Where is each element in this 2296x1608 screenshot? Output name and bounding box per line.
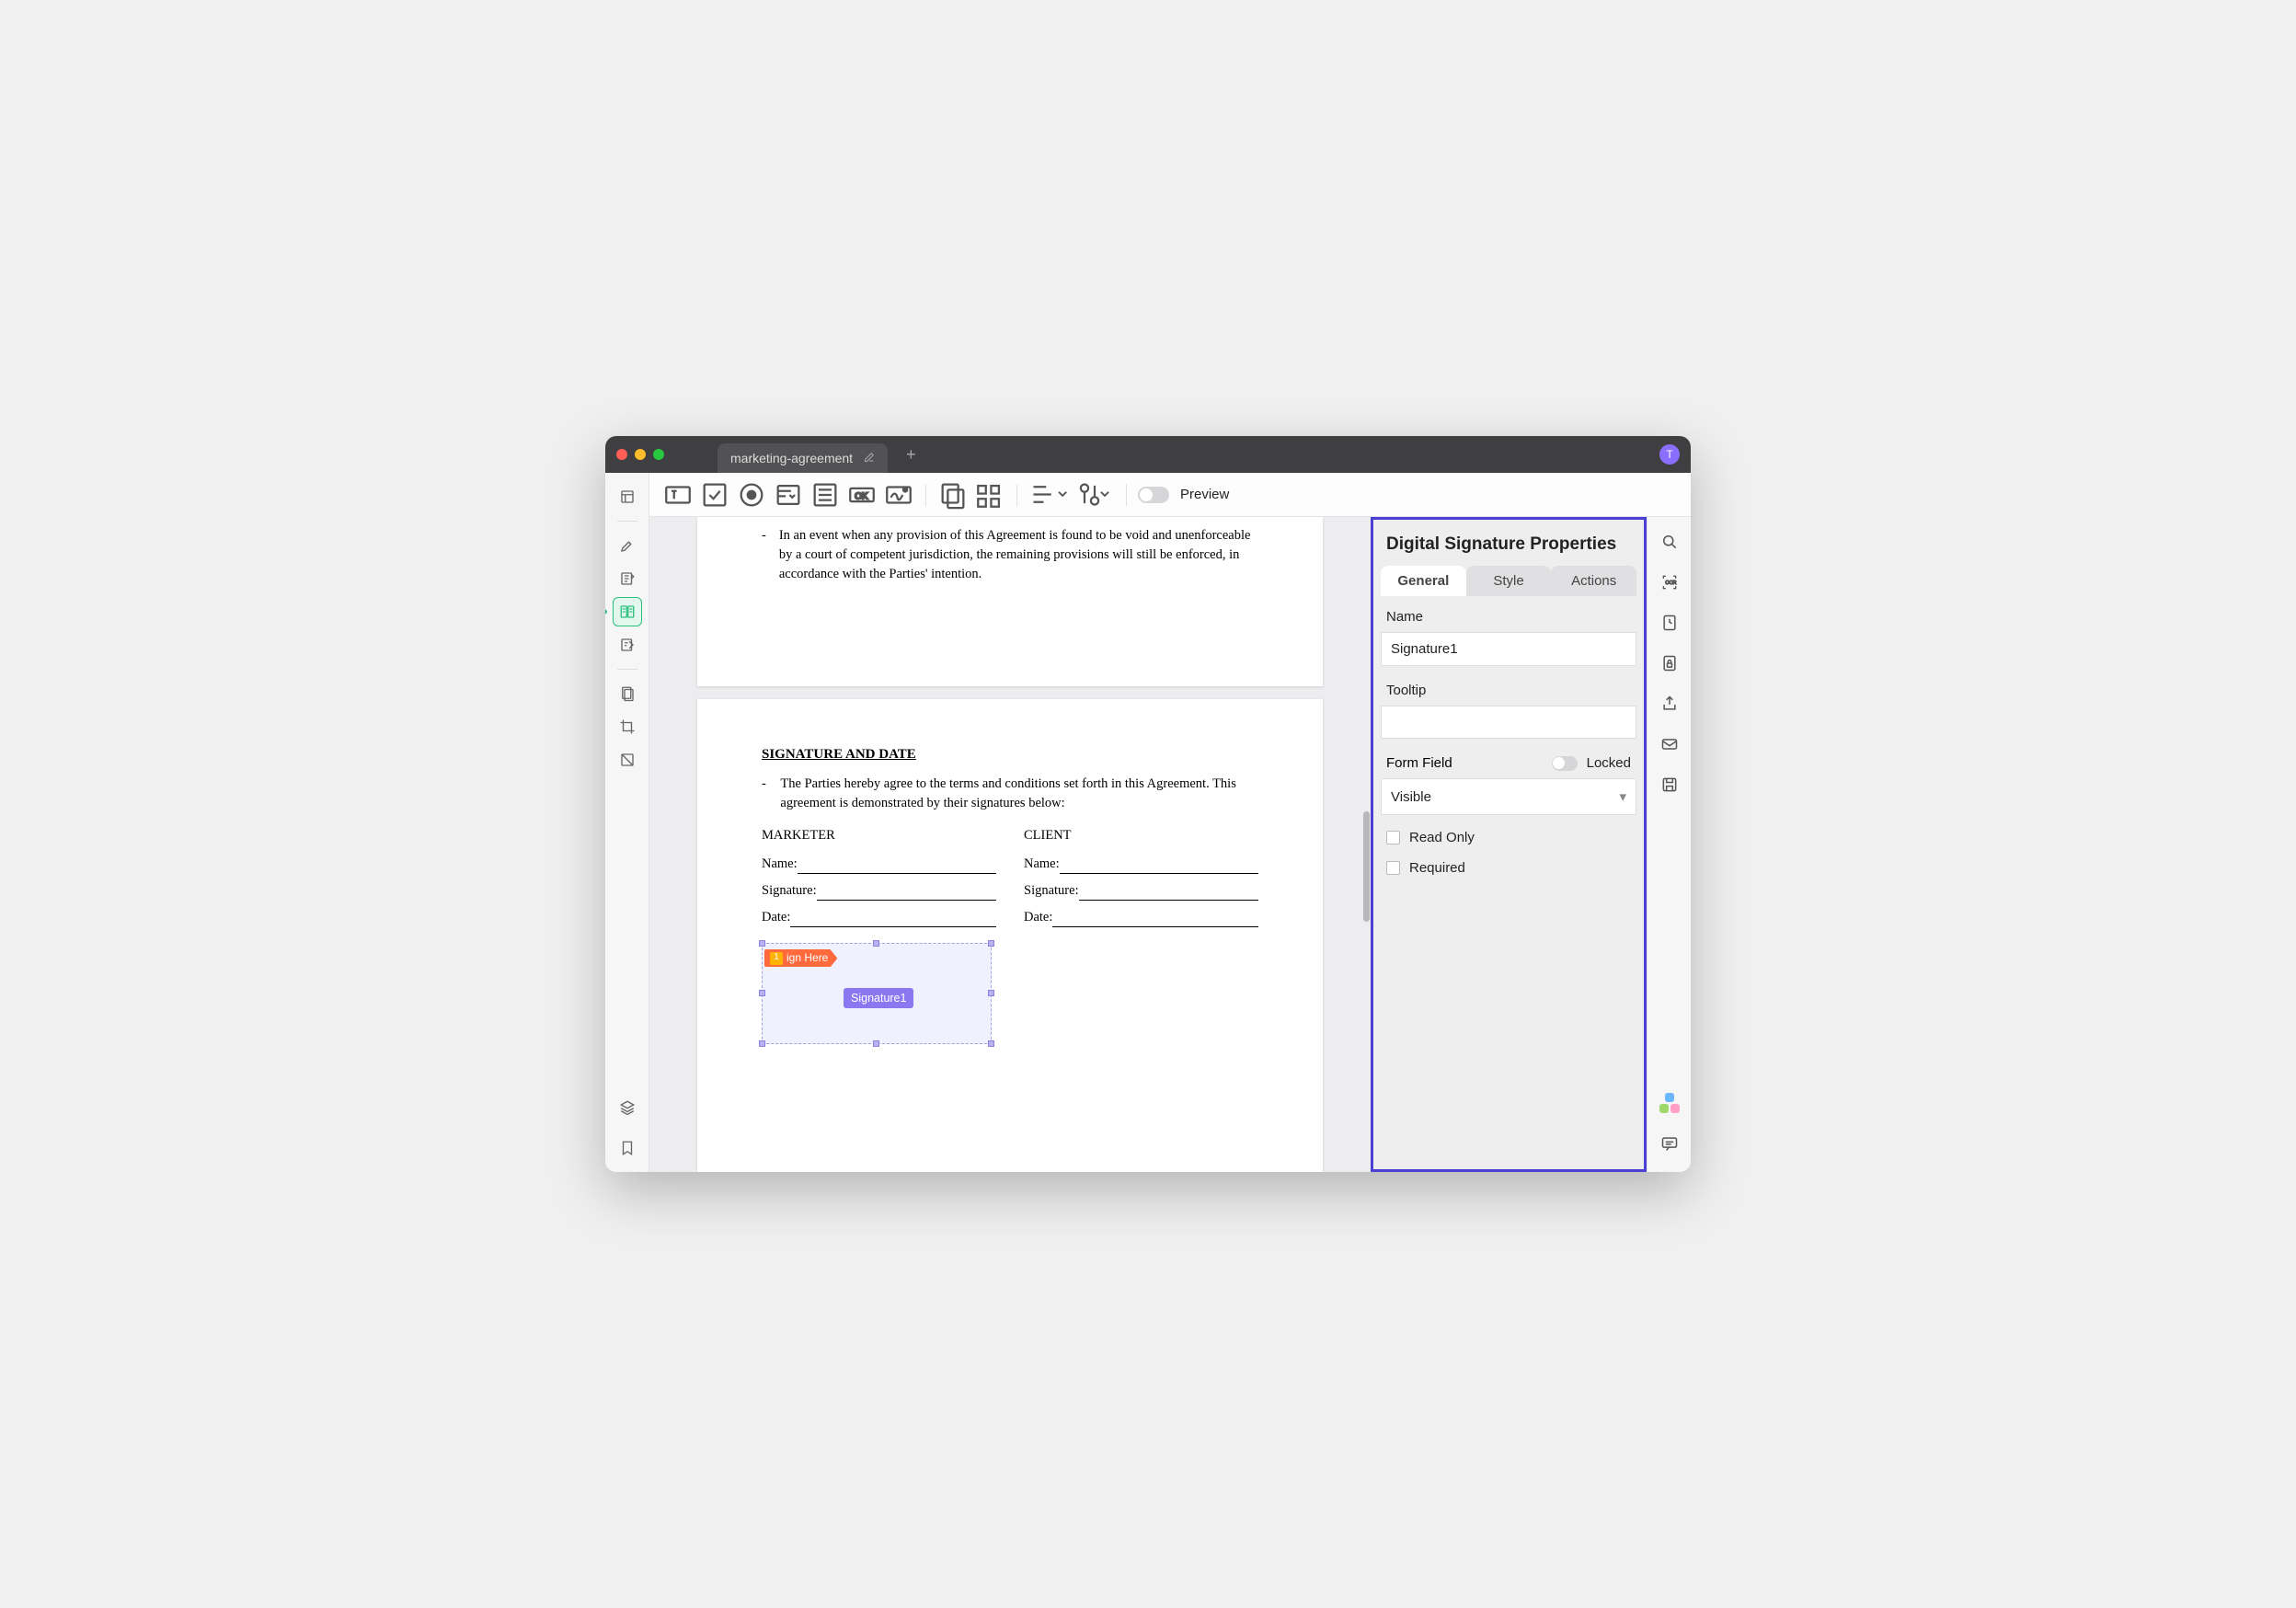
redact-tool-button[interactable] xyxy=(613,745,642,775)
locked-toggle[interactable] xyxy=(1552,756,1578,771)
tooltip-label: Tooltip xyxy=(1373,670,1644,706)
ai-button[interactable] xyxy=(1658,1091,1682,1115)
radio-button[interactable] xyxy=(736,479,767,511)
thumbnails-button[interactable] xyxy=(613,482,642,511)
text-field-button[interactable] xyxy=(662,479,694,511)
align-button[interactable] xyxy=(1028,479,1069,511)
required-checkbox[interactable] xyxy=(1386,861,1400,875)
right-sidebar: OCR xyxy=(1647,517,1691,1172)
zoom-window-button[interactable] xyxy=(653,449,664,460)
client-column: CLIENT Name: Signature: Date: xyxy=(1024,826,1258,935)
distribute-button[interactable] xyxy=(974,479,1005,511)
minimize-window-button[interactable] xyxy=(635,449,646,460)
titlebar: marketing-agreement + T xyxy=(605,436,1691,473)
resize-handle[interactable] xyxy=(988,940,994,947)
listbox-button[interactable] xyxy=(809,479,841,511)
signature-field-selected[interactable]: 1 ign Here Signature1 xyxy=(762,943,992,1044)
comment-button[interactable] xyxy=(1658,1131,1682,1155)
page-previous: - In an event when any provision of this… xyxy=(697,517,1323,686)
marketer-column: MARKETER Name: Signature: Date: xyxy=(762,826,996,935)
app-window: marketing-agreement + T xyxy=(605,436,1691,1172)
save-button[interactable] xyxy=(1658,773,1682,797)
resize-handle[interactable] xyxy=(873,1040,879,1047)
close-window-button[interactable] xyxy=(616,449,627,460)
panel-title: Digital Signature Properties xyxy=(1373,520,1644,566)
pencil-icon[interactable] xyxy=(864,452,875,465)
checkbox-button[interactable] xyxy=(699,479,730,511)
form-tool-button[interactable] xyxy=(613,597,642,626)
name-label: Name xyxy=(1373,596,1644,632)
svg-text:OCR: OCR xyxy=(1665,580,1676,586)
resize-handle[interactable] xyxy=(759,990,765,996)
left-sidebar xyxy=(605,473,649,1172)
locked-label: Locked xyxy=(1587,755,1631,771)
compress-button[interactable] xyxy=(1658,611,1682,635)
resize-handle[interactable] xyxy=(988,990,994,996)
page-signature: SIGNATURE AND DATE - The Parties hereby … xyxy=(697,699,1323,1172)
crop-tool-button[interactable] xyxy=(613,712,642,741)
annotate-tool-button[interactable] xyxy=(613,564,642,593)
tab-title: marketing-agreement xyxy=(730,451,853,465)
dropdown-button[interactable] xyxy=(773,479,804,511)
pages-tool-button[interactable] xyxy=(613,679,642,708)
new-tab-button[interactable]: + xyxy=(906,445,916,465)
signature-field-label: Signature1 xyxy=(844,988,913,1008)
preview-label: Preview xyxy=(1180,487,1229,502)
svg-text:OK: OK xyxy=(855,491,868,501)
resize-handle[interactable] xyxy=(873,940,879,947)
highlight-tool-button[interactable] xyxy=(613,531,642,560)
user-avatar[interactable]: T xyxy=(1659,444,1680,465)
layers-button[interactable] xyxy=(613,1093,642,1122)
panel-tabs: General Style Actions xyxy=(1373,566,1644,596)
document-tab[interactable]: marketing-agreement xyxy=(718,443,888,473)
email-button[interactable] xyxy=(1658,732,1682,756)
ocr-button[interactable]: OCR xyxy=(1658,570,1682,594)
prev-paragraph: In an event when any provision of this A… xyxy=(779,526,1258,584)
tab-actions[interactable]: Actions xyxy=(1551,566,1636,596)
required-label: Required xyxy=(1409,860,1465,876)
share-button[interactable] xyxy=(1658,692,1682,716)
resize-handle[interactable] xyxy=(759,1040,765,1047)
properties-panel: Digital Signature Properties General Sty… xyxy=(1371,517,1647,1172)
tab-style[interactable]: Style xyxy=(1466,566,1552,596)
name-input[interactable]: Signature1 xyxy=(1381,632,1636,666)
tab-general[interactable]: General xyxy=(1381,566,1466,596)
readonly-label: Read Only xyxy=(1409,830,1475,845)
section-title: SIGNATURE AND DATE xyxy=(762,745,1258,765)
search-button[interactable] xyxy=(1658,530,1682,554)
edit-tool-button[interactable] xyxy=(613,630,642,660)
window-controls xyxy=(616,449,664,460)
form-toolbar: OK Preview xyxy=(649,473,1691,517)
readonly-checkbox[interactable] xyxy=(1386,831,1400,844)
tooltip-input[interactable] xyxy=(1381,706,1636,739)
canvas-scrollbar[interactable] xyxy=(1363,811,1370,922)
bookmarks-button[interactable] xyxy=(613,1133,642,1163)
resize-handle[interactable] xyxy=(988,1040,994,1047)
document-canvas[interactable]: - In an event when any provision of this… xyxy=(649,517,1371,1172)
preview-toggle[interactable] xyxy=(1138,487,1169,503)
resize-handle[interactable] xyxy=(759,940,765,947)
signature-field-button[interactable] xyxy=(883,479,914,511)
ok-button-field[interactable]: OK xyxy=(846,479,878,511)
visibility-select[interactable]: Visible ▾ xyxy=(1381,778,1636,815)
sign-here-flag: 1 ign Here xyxy=(764,949,837,967)
chevron-down-icon: ▾ xyxy=(1619,788,1626,805)
tools-button[interactable] xyxy=(1074,479,1115,511)
protect-button[interactable] xyxy=(1658,651,1682,675)
copy-field-button[interactable] xyxy=(937,479,969,511)
form-field-label: Form Field xyxy=(1386,755,1452,771)
section-intro: The Parties hereby agree to the terms an… xyxy=(780,775,1258,813)
